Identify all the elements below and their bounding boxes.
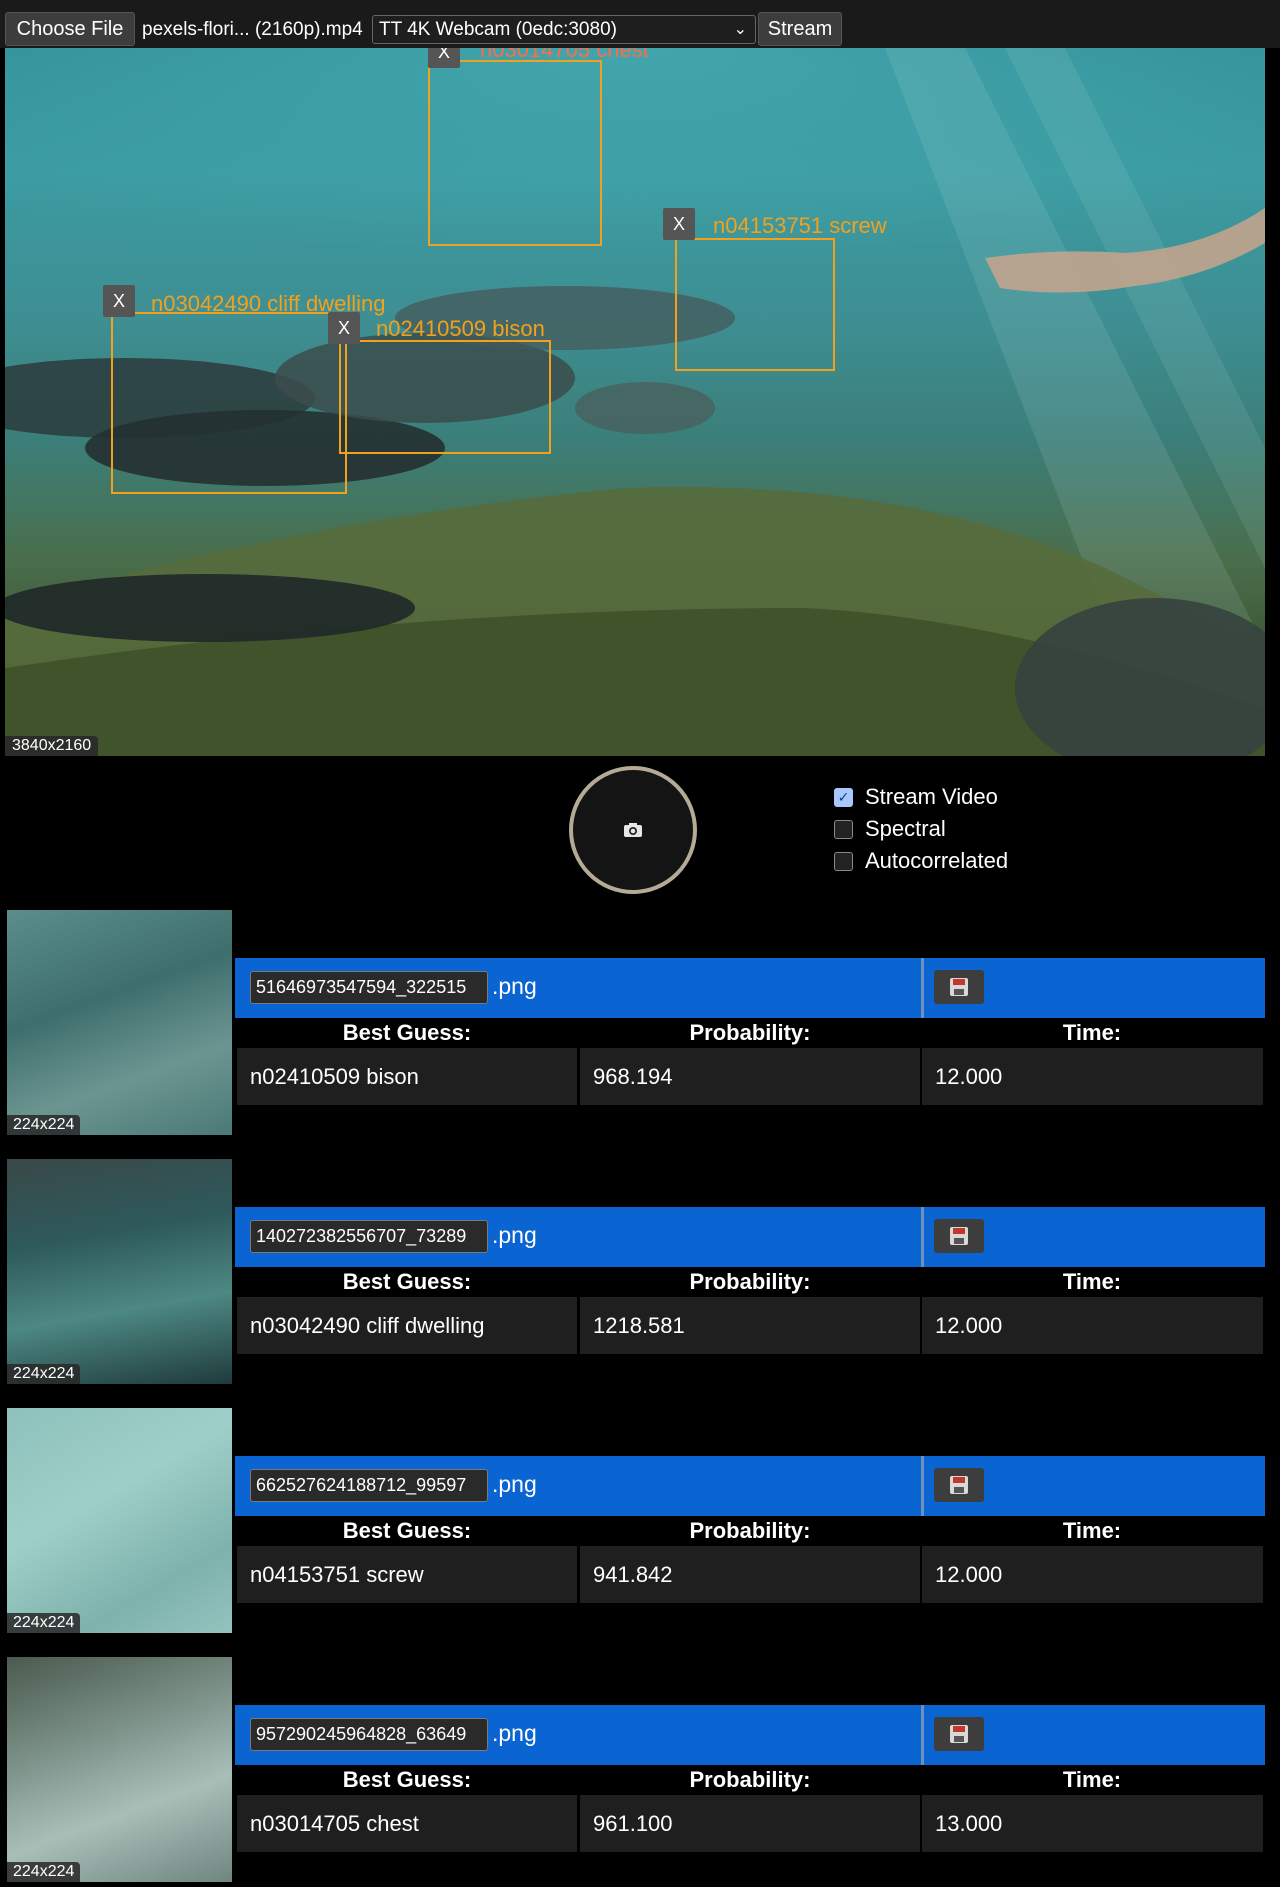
video-resolution: 3840x2160 [5,736,99,756]
result-card: 224x224 140272382556707_73289 .png Best … [0,1159,1280,1389]
filename-input[interactable]: 51646973547594_322515 [250,971,488,1004]
time-header: Time: [1062,1767,1122,1792]
header-divider [921,1207,924,1267]
save-icon [950,1227,968,1245]
camera-icon [624,823,642,837]
video-frame[interactable]: X n03014705 chest X n04153751 screw X n0… [5,48,1265,756]
stream-video-checkbox[interactable]: ✓ [834,787,853,807]
file-extension: .png [492,1222,537,1248]
thumbnail-size: 224x224 [7,1613,81,1633]
filename-input[interactable]: 140272382556707_73289 [250,1220,488,1253]
filename-input[interactable]: 662527624188712_99597 [250,1469,488,1502]
file-extension: .png [492,1720,537,1746]
time-header: Time: [1062,1269,1122,1294]
result-header: 140272382556707_73289 .png [235,1207,1265,1267]
detection-close-button[interactable]: X [328,312,360,344]
best-guess-header: Best Guess: [342,1020,472,1045]
time-value: 12.000 [922,1546,1263,1603]
probability-header: Probability: [689,1269,811,1294]
detection-box-chest [428,60,602,246]
result-thumbnail[interactable]: 224x224 [7,910,232,1135]
spectral-option[interactable]: Spectral [834,816,946,842]
detection-box-cliff-dwelling [111,312,347,494]
time-value: 12.000 [922,1048,1263,1105]
save-icon [950,978,968,996]
time-header: Time: [1062,1518,1122,1543]
header-divider [921,1705,924,1765]
detection-label: n03014705 chest [480,48,649,62]
thumbnail-size: 224x224 [7,1115,81,1135]
device-select-value: TT 4K Webcam (0edc:3080) [379,19,617,40]
result-thumbnail[interactable]: 224x224 [7,1657,232,1882]
detection-close-button[interactable]: X [663,208,695,240]
best-guess-header: Best Guess: [342,1518,472,1543]
probability-value: 1218.581 [580,1297,920,1354]
thumbnail-size: 224x224 [7,1862,81,1882]
result-header: 662527624188712_99597 .png [235,1456,1265,1516]
file-extension: .png [492,973,537,999]
best-guess-value: n03042490 cliff dwelling [237,1297,577,1354]
detection-box-screw [675,238,835,371]
best-guess-value: n02410509 bison [237,1048,577,1105]
best-guess-value: n03014705 chest [237,1795,577,1852]
file-extension: .png [492,1471,537,1497]
device-select[interactable]: TT 4K Webcam (0edc:3080) ⌄ [372,15,756,44]
capture-button[interactable] [569,766,697,894]
header-divider [921,1456,924,1516]
controls-panel: ✓ Stream Video Spectral Autocorrelated [0,756,1280,906]
time-value: 12.000 [922,1297,1263,1354]
stream-button[interactable]: Stream [758,12,842,46]
save-button[interactable] [934,970,984,1004]
choose-file-button[interactable]: Choose File [5,12,135,46]
autocorrelated-option[interactable]: Autocorrelated [834,848,1008,874]
best-guess-header: Best Guess: [342,1269,472,1294]
result-thumbnail[interactable]: 224x224 [7,1408,232,1633]
probability-value: 961.100 [580,1795,920,1852]
result-card: 224x224 957290245964828_63649 .png Best … [0,1657,1280,1887]
probability-header: Probability: [689,1767,811,1792]
save-icon [950,1725,968,1743]
save-icon [950,1476,968,1494]
result-card: 224x224 662527624188712_99597 .png Best … [0,1408,1280,1638]
detection-label: n04153751 screw [713,213,887,238]
result-header: 957290245964828_63649 .png [235,1705,1265,1765]
probability-header: Probability: [689,1020,811,1045]
probability-value: 968.194 [580,1048,920,1105]
filename-input[interactable]: 957290245964828_63649 [250,1718,488,1751]
save-button[interactable] [934,1219,984,1253]
spectral-label: Spectral [865,816,946,841]
selected-filename: pexels-flori... (2160p).mp4 [142,19,363,40]
best-guess-value: n04153751 screw [237,1546,577,1603]
result-card: 224x224 51646973547594_322515 .png Best … [0,910,1280,1140]
thumbnail-size: 224x224 [7,1364,81,1384]
best-guess-header: Best Guess: [342,1767,472,1792]
probability-value: 941.842 [580,1546,920,1603]
probability-header: Probability: [689,1518,811,1543]
header-divider [921,958,924,1018]
detection-box-bison [339,340,551,454]
autocorrelated-label: Autocorrelated [865,848,1009,873]
detection-close-button[interactable]: X [103,285,135,317]
stream-video-option[interactable]: ✓ Stream Video [834,784,998,810]
spectral-checkbox[interactable] [834,819,853,839]
time-value: 13.000 [922,1795,1263,1852]
autocorrelated-checkbox[interactable] [834,851,853,871]
toolbar: Choose File pexels-flori... (2160p).mp4 … [0,0,1280,48]
chevron-down-icon: ⌄ [733,21,747,38]
result-thumbnail[interactable]: 224x224 [7,1159,232,1384]
save-button[interactable] [934,1468,984,1502]
detection-close-button[interactable]: X [428,48,460,68]
detection-label: n02410509 bison [376,316,545,341]
result-header: 51646973547594_322515 .png [235,958,1265,1018]
time-header: Time: [1062,1020,1122,1045]
stream-video-label: Stream Video [865,784,998,809]
save-button[interactable] [934,1717,984,1751]
